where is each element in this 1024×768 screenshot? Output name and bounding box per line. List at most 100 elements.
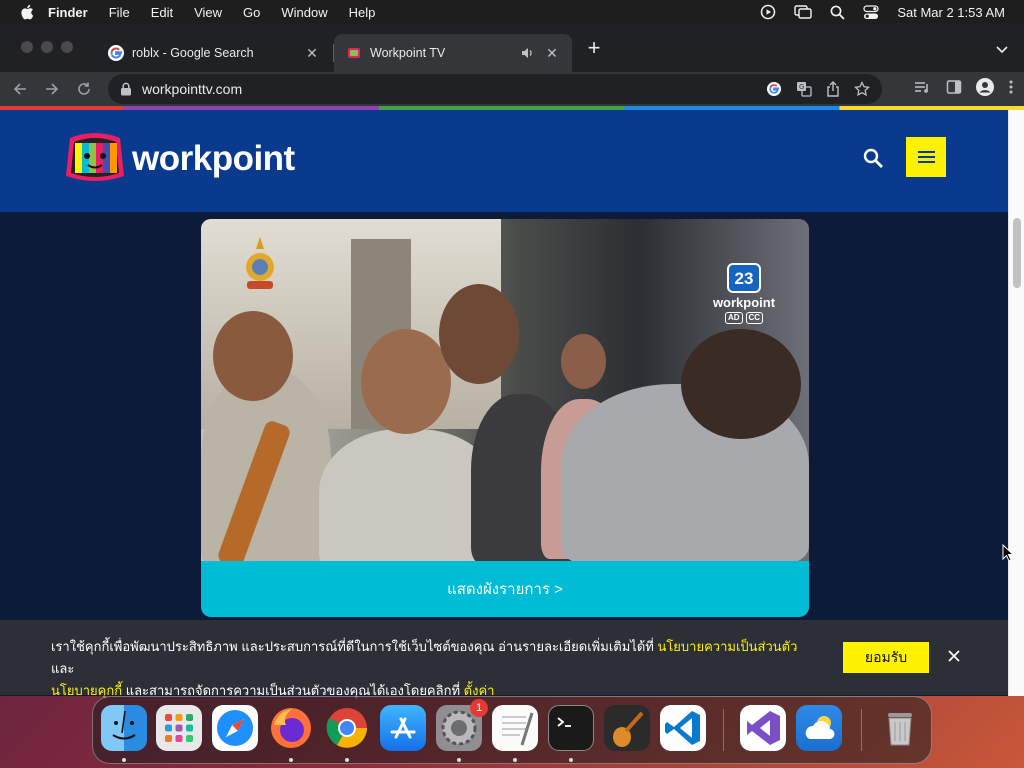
- mouse-cursor-icon: [1002, 544, 1014, 562]
- play-circle-icon[interactable]: [760, 4, 776, 20]
- audio-description-badge: AD: [724, 312, 743, 324]
- show-schedule-button[interactable]: แสดงผังรายการ >: [201, 561, 809, 617]
- logo-wordmark: workpoint: [132, 139, 295, 178]
- live-video-card: 23 workpoint AD CC แสดงผังรายการ >: [201, 219, 809, 617]
- new-tab-button[interactable]: +: [584, 37, 604, 60]
- scrollbar-thumb[interactable]: [1013, 218, 1021, 288]
- window-controls: [21, 41, 73, 53]
- page-scrollbar[interactable]: [1008, 110, 1024, 696]
- closed-caption-badge: CC: [745, 312, 764, 324]
- side-panel-icon[interactable]: [946, 79, 962, 95]
- zoom-window-button[interactable]: [61, 41, 73, 53]
- textedit-icon[interactable]: [492, 705, 538, 751]
- share-icon[interactable]: [826, 81, 840, 97]
- workpoint-logo[interactable]: workpoint: [62, 130, 295, 188]
- tab-strip: roblx - Google Search ✕ Workpoint TV ✕ +: [0, 24, 1024, 72]
- system-preferences-icon[interactable]: 1: [436, 699, 488, 751]
- live-video-player[interactable]: 23 workpoint AD CC: [201, 219, 809, 561]
- cookie-text-part: เราใช้คุกกี้เพื่อพัฒนาประสิทธิภาพ และประ…: [51, 639, 658, 654]
- trash-icon[interactable]: [877, 705, 923, 751]
- finder-icon[interactable]: [101, 705, 147, 751]
- app-running-indicator: [122, 758, 126, 762]
- address-bar[interactable]: workpointtv.com G: [108, 74, 882, 104]
- profile-avatar-icon[interactable]: [976, 78, 994, 96]
- video-person: [213, 311, 293, 401]
- close-tab-button[interactable]: ✕: [304, 45, 320, 61]
- chevron-down-icon[interactable]: [994, 41, 1010, 57]
- channel-name: workpoint: [712, 295, 776, 310]
- video-person: [681, 329, 801, 439]
- minimize-window-button[interactable]: [41, 41, 53, 53]
- menu-edit[interactable]: Edit: [151, 5, 173, 20]
- terminal-icon[interactable]: [548, 705, 594, 751]
- app-running-indicator: [289, 758, 293, 762]
- arrow-left-icon: [13, 83, 26, 95]
- menu-line: [917, 161, 935, 163]
- control-center-icon[interactable]: [863, 4, 879, 20]
- privacy-policy-link[interactable]: นโยบายความเป็นส่วนตัว: [657, 639, 797, 654]
- menu-go[interactable]: Go: [243, 5, 260, 20]
- channel-23-logo: 23 workpoint AD CC: [709, 263, 779, 324]
- reload-button[interactable]: [72, 77, 96, 101]
- cookie-consent-text: เราใช้คุกกี้เพื่อพัฒนาประสิทธิภาพ และประ…: [51, 636, 811, 702]
- lock-icon[interactable]: [120, 82, 132, 96]
- firefox-icon[interactable]: [268, 705, 314, 751]
- hamburger-menu-button[interactable]: [906, 137, 946, 177]
- dock: 1: [92, 696, 932, 764]
- app-store-icon[interactable]: [380, 705, 426, 751]
- media-queue-icon[interactable]: [914, 79, 932, 95]
- video-person: [361, 329, 451, 434]
- visual-studio-icon[interactable]: [740, 705, 786, 751]
- google-lens-icon[interactable]: [766, 81, 782, 97]
- menu-line: [917, 151, 935, 153]
- safari-icon[interactable]: [212, 705, 258, 751]
- cookie-text-part: และ: [51, 661, 75, 676]
- tab-workpoint-tv[interactable]: Workpoint TV ✕: [334, 34, 572, 72]
- reload-icon: [78, 82, 90, 95]
- speaker-icon[interactable]: [520, 46, 534, 60]
- dock-separator: [723, 709, 724, 751]
- spotlight-search-icon[interactable]: [830, 5, 845, 20]
- vscode-icon[interactable]: [660, 705, 706, 751]
- menu-app-name[interactable]: Finder: [48, 5, 88, 20]
- site-header: workpoint: [0, 110, 1008, 212]
- video-person: [439, 284, 519, 384]
- tab-google-search[interactable]: roblx - Google Search ✕: [96, 34, 332, 72]
- more-vertical-icon[interactable]: [1008, 79, 1014, 95]
- weather-icon[interactable]: [796, 705, 842, 751]
- close-window-button[interactable]: [21, 41, 33, 53]
- garageband-icon[interactable]: [604, 705, 650, 751]
- search-icon[interactable]: [862, 147, 884, 169]
- tv-mascot-icon: [66, 133, 124, 181]
- forward-button[interactable]: [40, 77, 64, 101]
- menu-help[interactable]: Help: [349, 5, 376, 20]
- menu-view[interactable]: View: [194, 5, 222, 20]
- menu-clock[interactable]: Sat Mar 2 1:53 AM: [897, 5, 1005, 20]
- bookmark-star-icon[interactable]: [854, 81, 870, 97]
- svg-text:G: G: [799, 83, 804, 91]
- screen-mirroring-icon[interactable]: [794, 4, 813, 20]
- accept-cookies-button[interactable]: ยอมรับ: [843, 642, 929, 673]
- app-running-indicator: [513, 758, 517, 762]
- workpoint-icon: [348, 48, 360, 58]
- google-icon: [108, 45, 124, 61]
- apple-menu-icon[interactable]: [20, 4, 34, 20]
- translate-icon[interactable]: G: [796, 81, 812, 97]
- tab-title: roblx - Google Search: [132, 46, 254, 60]
- video-person: [561, 334, 606, 389]
- menu-file[interactable]: File: [109, 5, 130, 20]
- menu-window[interactable]: Window: [281, 5, 327, 20]
- back-button[interactable]: [8, 77, 32, 101]
- royal-emblem-icon: [246, 237, 274, 289]
- close-icon[interactable]: [946, 648, 962, 664]
- app-running-indicator: [345, 758, 349, 762]
- close-tab-button[interactable]: ✕: [544, 45, 560, 61]
- app-running-indicator: [569, 758, 573, 762]
- chrome-icon[interactable]: [324, 705, 370, 751]
- launchpad-icon[interactable]: [156, 705, 202, 751]
- menu-line: [917, 156, 935, 158]
- browser-toolbar: workpointtv.com G: [0, 72, 1024, 106]
- dock-separator: [861, 709, 862, 751]
- arrow-right-icon: [46, 83, 59, 95]
- cookie-consent-banner: เราใช้คุกกี้เพื่อพัฒนาประสิทธิภาพ และประ…: [0, 620, 1008, 698]
